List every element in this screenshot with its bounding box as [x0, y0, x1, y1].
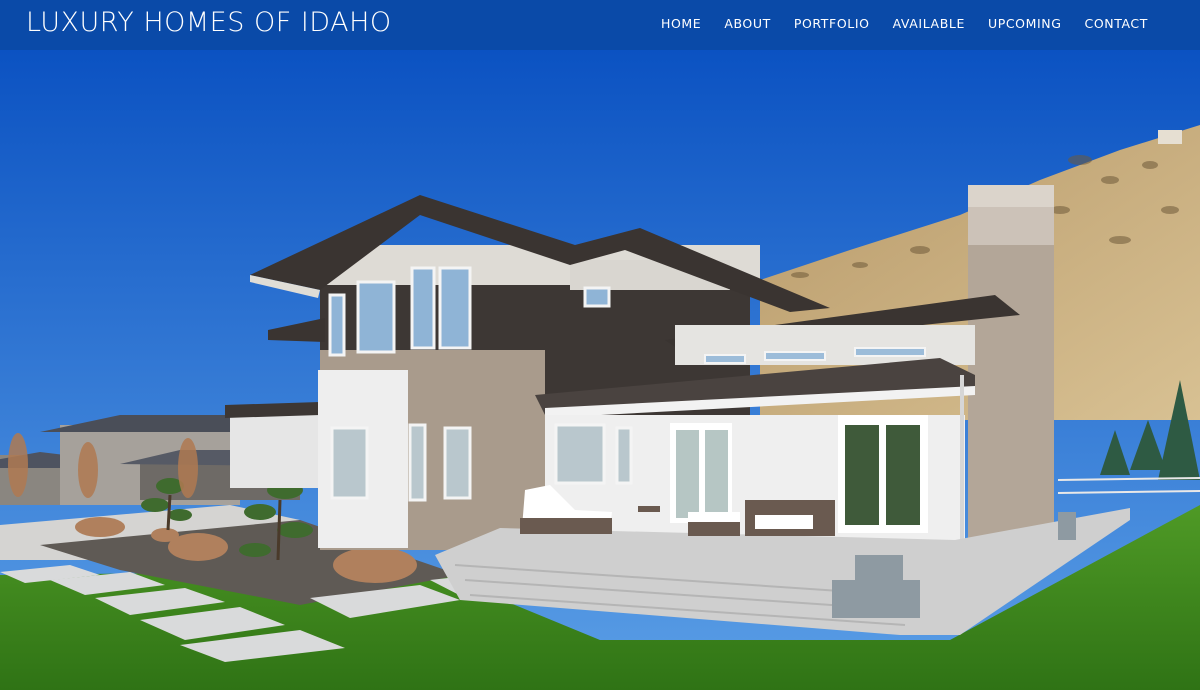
nav-item-portfolio[interactable]: PORTFOLIO: [794, 16, 870, 31]
house-photo: [0, 50, 1200, 690]
left-wing: [230, 408, 320, 488]
nav-item-available[interactable]: AVAILABLE: [893, 16, 965, 31]
site-logo-link[interactable]: LUXURY HOMES OF IDAHO: [26, 3, 392, 43]
distant-building: [1158, 130, 1182, 144]
nav-item-contact[interactable]: CONTACT: [1085, 16, 1148, 31]
nav-item-home[interactable]: HOME: [661, 16, 701, 31]
site-header: LUXURY HOMES OF IDAHO HOME ABOUT PORTFOL…: [0, 0, 1200, 50]
main-nav: HOME ABOUT PORTFOLIO AVAILABLE UPCOMING …: [661, 0, 1148, 46]
nav-item-about[interactable]: ABOUT: [724, 16, 771, 31]
hero-image: [0, 50, 1200, 690]
nav-item-upcoming[interactable]: UPCOMING: [988, 16, 1062, 31]
